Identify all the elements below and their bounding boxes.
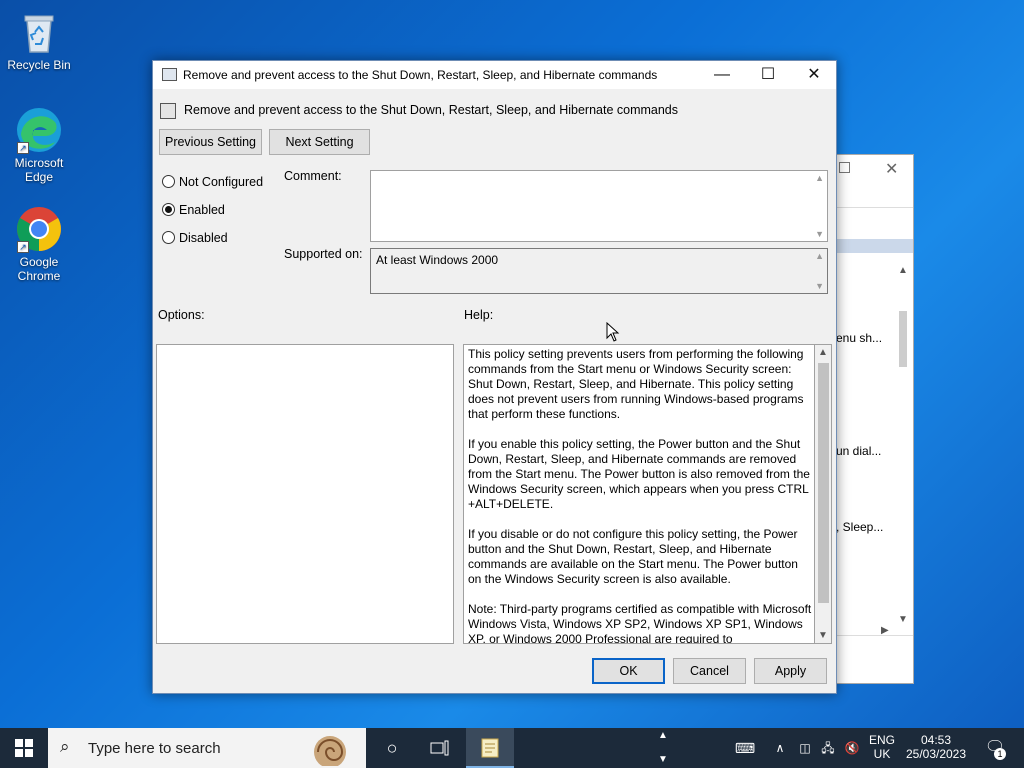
search-icon: ⌕ — [60, 737, 70, 756]
policy-name: Remove and prevent access to the Shut Do… — [184, 103, 679, 117]
keyboard-icon[interactable]: ⌨ — [732, 728, 758, 768]
policy-editor-icon — [481, 738, 499, 758]
background-window-titlebar[interactable]: ✕ — [833, 155, 913, 185]
scrollbar-thumb[interactable] — [818, 363, 829, 603]
radio-label: Not Configured — [179, 175, 264, 189]
options-label: Options: — [158, 308, 205, 322]
search-highlight-icon — [300, 730, 364, 768]
comment-label: Comment: — [284, 169, 342, 183]
supported-on-field: At least Windows 2000 ▲ ▼ — [370, 248, 828, 294]
scroll-up-icon[interactable]: ▲ — [815, 347, 831, 358]
apply-button[interactable]: Apply — [754, 658, 827, 684]
next-setting-button[interactable]: Next Setting — [269, 129, 370, 155]
windows-logo-icon — [15, 739, 33, 757]
close-icon[interactable]: ✕ — [885, 159, 898, 179]
taskbar-app-policy-editor[interactable] — [466, 728, 514, 768]
clock-date: 25/03/2023 — [905, 747, 967, 761]
dialog-titlebar[interactable]: Remove and prevent access to the Shut Do… — [153, 61, 836, 89]
recycle-bin-icon — [15, 8, 63, 56]
help-paragraph: If you disable or do not configure this … — [468, 527, 798, 586]
search-placeholder: Type here to search — [88, 740, 221, 757]
clock-time: 04:53 — [920, 733, 952, 747]
desktop-icon-label: Recycle Bin — [7, 58, 71, 72]
taskbar-scroll[interactable]: ▲ ▼ — [652, 728, 674, 768]
scroll-down-icon[interactable]: ▼ — [898, 614, 908, 625]
previous-setting-button[interactable]: Previous Setting — [159, 129, 262, 155]
chrome-icon: ↗ — [15, 205, 63, 253]
scroll-up-icon[interactable]: ▲ — [815, 251, 824, 261]
meet-now-icon[interactable]: ◫ — [796, 728, 814, 768]
options-panel[interactable] — [156, 344, 454, 644]
background-window[interactable]: ✕ enu sh... un dial... , Sleep... ▲ ▼ ▶ — [832, 154, 914, 684]
search-box[interactable]: ⌕ Type here to search — [48, 728, 366, 768]
desktop-icon-recycle-bin[interactable]: Recycle Bin — [6, 8, 72, 72]
radio-circle[interactable] — [162, 231, 175, 244]
scroll-up-icon[interactable]: ▲ — [898, 265, 908, 276]
edge-icon: ↗ — [15, 106, 63, 154]
desktop-icon-label: Microsoft Edge — [14, 156, 64, 184]
help-text-panel[interactable]: This policy setting prevents users from … — [463, 344, 815, 644]
help-paragraph: Note: Third-party programs certified as … — [468, 602, 812, 644]
chevron-up-icon[interactable]: ▲ — [652, 731, 674, 741]
cortana-icon[interactable]: ○ — [370, 728, 414, 768]
chevron-down-icon[interactable]: ▼ — [652, 755, 674, 765]
desktop-icon-chrome[interactable]: ↗ Google Chrome — [6, 205, 72, 283]
language-code: ENG — [868, 733, 895, 747]
minimize-button[interactable]: — — [699, 61, 745, 89]
mouse-cursor-icon — [606, 321, 620, 345]
help-scrollbar[interactable]: ▲ ▼ — [815, 344, 832, 644]
radio-label: Enabled — [179, 203, 225, 217]
language-region: UK — [873, 747, 891, 761]
volume-muted-icon[interactable]: 🔇 — [842, 728, 862, 768]
notification-center-icon[interactable]: 🗨 1 — [980, 728, 1010, 768]
close-button[interactable]: ✕ — [791, 61, 837, 89]
policy-header: Remove and prevent access to the Shut Do… — [160, 101, 800, 121]
comment-textarea[interactable]: ▲ ▼ — [370, 170, 828, 242]
network-icon[interactable]: 🖧 — [818, 728, 838, 768]
supported-on-value: At least Windows 2000 — [376, 253, 499, 267]
desktop-icon-edge[interactable]: ↗ Microsoft Edge — [6, 106, 72, 184]
setting-icon — [160, 103, 176, 119]
policy-setting-dialog: Remove and prevent access to the Shut Do… — [152, 60, 837, 694]
scroll-down-icon[interactable]: ▼ — [815, 229, 824, 239]
supported-on-label: Supported on: — [284, 247, 363, 261]
vertical-scrollbar[interactable]: ▲ ▼ — [897, 265, 909, 625]
maximize-button[interactable]: ☐ — [745, 61, 791, 89]
desktop-icon-label: Google Chrome — [17, 255, 61, 283]
dialog-title: Remove and prevent access to the Shut Do… — [183, 68, 658, 82]
task-view-icon[interactable] — [417, 728, 463, 768]
radio-label: Disabled — [179, 231, 228, 245]
clock[interactable]: 04:53 25/03/2023 — [902, 728, 970, 768]
radio-circle-selected[interactable] — [162, 203, 175, 216]
scrollbar-thumb[interactable] — [899, 311, 907, 367]
scroll-up-icon[interactable]: ▲ — [815, 173, 824, 183]
scroll-down-icon[interactable]: ▼ — [815, 630, 831, 641]
start-button[interactable] — [0, 728, 48, 768]
list-item[interactable]: , Sleep... — [836, 520, 883, 534]
language-indicator[interactable]: ENG UK — [866, 728, 898, 768]
shortcut-arrow-icon: ↗ — [17, 241, 29, 253]
help-paragraph: This policy setting prevents users from … — [468, 347, 804, 421]
scroll-down-icon[interactable]: ▼ — [815, 281, 824, 291]
maximize-icon[interactable] — [839, 162, 850, 173]
policy-icon — [162, 68, 177, 81]
ok-button[interactable]: OK — [592, 658, 665, 684]
help-paragraph: If you enable this policy setting, the P… — [468, 437, 810, 511]
radio-circle[interactable] — [162, 175, 175, 188]
shortcut-arrow-icon: ↗ — [17, 142, 29, 154]
cancel-button[interactable]: Cancel — [673, 658, 746, 684]
help-label: Help: — [464, 308, 494, 322]
show-hidden-icons-icon[interactable]: ∧ — [772, 728, 788, 768]
selected-row-highlight — [833, 239, 913, 253]
list-item[interactable]: un dial... — [836, 444, 881, 458]
list-item[interactable]: enu sh... — [836, 331, 882, 345]
taskbar: ⌕ Type here to search ○ ▲ ▼ ⌨ ∧ ◫ 🖧 🔇 ENG… — [0, 728, 1024, 768]
notification-badge: 1 — [994, 748, 1006, 760]
